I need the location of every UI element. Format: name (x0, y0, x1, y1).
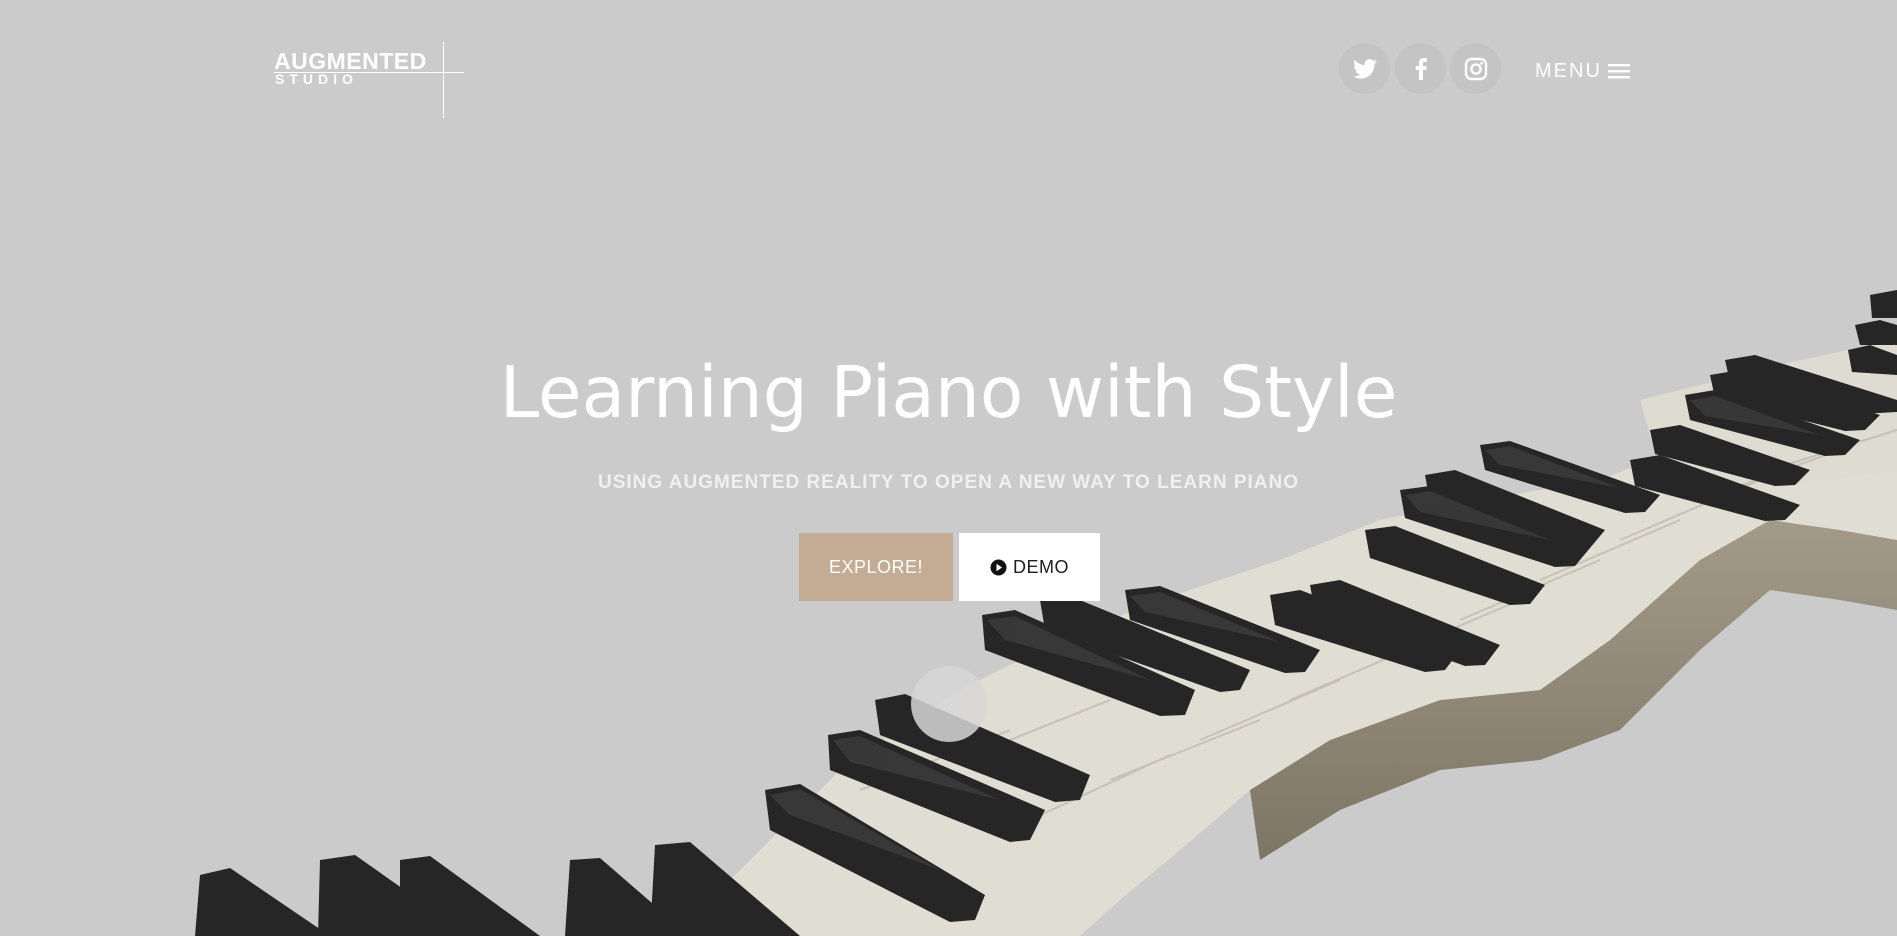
logo-crosshair-horizontal (274, 72, 464, 73)
explore-button[interactable]: EXPLORE! (799, 533, 953, 601)
twitter-icon (1352, 58, 1377, 79)
hamburger-icon (1607, 64, 1630, 79)
play-circle-icon (990, 559, 1007, 575)
facebook-button[interactable] (1395, 43, 1446, 94)
demo-button[interactable]: DEMO (959, 533, 1100, 601)
hero-subtitle: USING AUGMENTED REALITY TO OPEN A NEW WA… (597, 472, 1299, 493)
facebook-icon (1415, 57, 1427, 80)
hero-title: Learning Piano with Style (499, 351, 1398, 434)
brand-logo[interactable]: AUGMENTED STUDIO (274, 42, 464, 118)
brand-name: AUGMENTED (274, 48, 427, 74)
logo-crosshair-vertical (443, 42, 444, 118)
explore-label: EXPLORE! (828, 556, 924, 577)
scroll-down-circle[interactable] (911, 666, 987, 742)
twitter-button[interactable] (1339, 43, 1390, 94)
instagram-icon (1464, 57, 1487, 80)
brand-tagline: STUDIO (275, 71, 358, 87)
menu-button[interactable]: MENU (1535, 56, 1631, 86)
instagram-button[interactable] (1450, 43, 1501, 94)
piano-keyboard-illustration (195, 290, 1897, 936)
menu-label: MENU (1535, 59, 1602, 82)
hero-section: AUGMENTED STUDIO MENU Learning Piano wit… (0, 0, 1897, 936)
demo-label: DEMO (1013, 556, 1069, 577)
